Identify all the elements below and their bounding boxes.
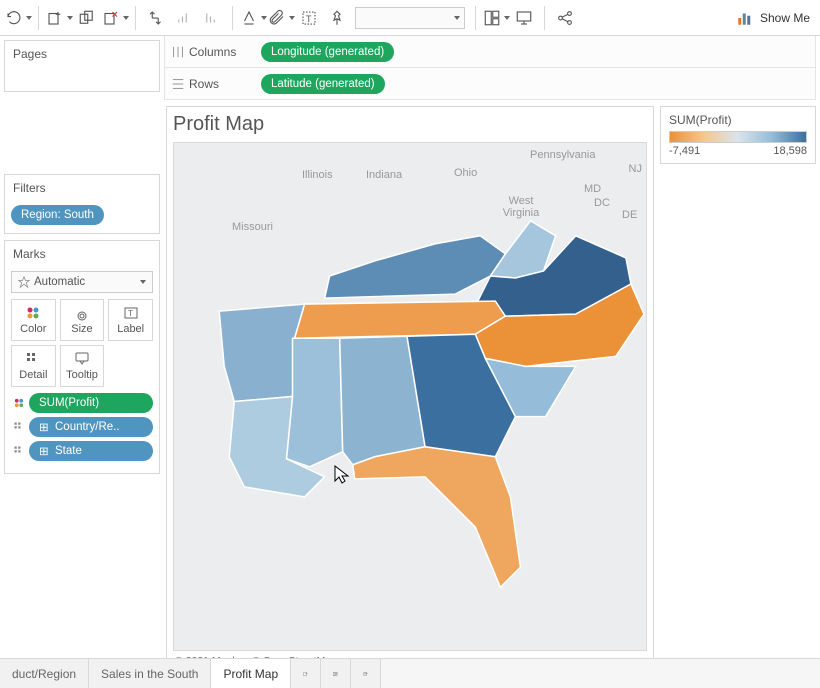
label-icon: T bbox=[123, 305, 139, 321]
marks-size-button[interactable]: Size bbox=[60, 299, 105, 341]
legend-title: SUM(Profit) bbox=[669, 113, 807, 127]
legend-gradient bbox=[669, 131, 807, 143]
svg-text:T: T bbox=[128, 309, 133, 318]
rows-icon bbox=[171, 77, 185, 91]
tab-product-region[interactable]: duct/Region bbox=[0, 659, 89, 688]
rows-label: Rows bbox=[189, 77, 219, 91]
state-florida[interactable] bbox=[353, 447, 521, 588]
hierarchy-icon-2: ⊞ bbox=[39, 445, 51, 457]
sort-desc-icon[interactable] bbox=[198, 4, 226, 32]
sort-asc-icon[interactable] bbox=[170, 4, 198, 32]
show-me-label: Show Me bbox=[760, 11, 810, 25]
new-worksheet-tab-icon bbox=[303, 666, 308, 682]
columns-label: Columns bbox=[189, 45, 236, 59]
detail-icon bbox=[25, 351, 41, 367]
rows-pill-latitude[interactable]: Latitude (generated) bbox=[261, 74, 385, 94]
marks-type-label: Automatic bbox=[34, 276, 85, 288]
marks-detail-button[interactable]: Detail bbox=[11, 345, 56, 387]
detail-encode-icon-2 bbox=[11, 445, 27, 457]
new-dashboard-tab-icon bbox=[333, 666, 338, 682]
tab-sales-south[interactable]: Sales in the South bbox=[89, 659, 211, 688]
show-me-icon bbox=[736, 9, 754, 27]
presentation-icon[interactable] bbox=[510, 4, 538, 32]
state-arkansas[interactable] bbox=[219, 304, 304, 401]
size-icon bbox=[74, 305, 90, 321]
new-story-tab-icon bbox=[363, 666, 368, 682]
marks-type-select[interactable]: Automatic bbox=[11, 271, 153, 293]
state-kentucky[interactable] bbox=[325, 236, 506, 298]
svg-text:T: T bbox=[306, 13, 312, 23]
new-story-tab[interactable] bbox=[351, 659, 381, 688]
text-tool-icon[interactable]: T bbox=[295, 4, 323, 32]
color-legend[interactable]: SUM(Profit) -7,491 18,598 bbox=[660, 106, 816, 164]
new-dashboard-tab[interactable] bbox=[321, 659, 351, 688]
rows-shelf[interactable]: Rows Latitude (generated) bbox=[164, 68, 816, 100]
state-tennessee[interactable] bbox=[295, 301, 506, 338]
marks-card: Marks Automatic Color Size TLabel Detail… bbox=[4, 240, 160, 474]
viz-title[interactable]: Profit Map bbox=[173, 111, 647, 142]
cursor-icon bbox=[334, 465, 350, 485]
new-worksheet-tab[interactable] bbox=[291, 659, 321, 688]
sheet-tabs: duct/Region Sales in the South Profit Ma… bbox=[0, 658, 820, 688]
legend-min: -7,491 bbox=[669, 145, 700, 157]
swap-axes-icon[interactable] bbox=[142, 4, 170, 32]
filters-title: Filters bbox=[5, 175, 159, 201]
filters-shelf[interactable]: Filters Region: South bbox=[4, 174, 160, 234]
legend-max: 18,598 bbox=[773, 145, 807, 157]
viz-card: Profit Map Illinois Indiana Ohio Missour… bbox=[166, 106, 654, 674]
pages-title: Pages bbox=[5, 41, 159, 67]
marks-pill-profit[interactable]: SUM(Profit) bbox=[29, 393, 153, 413]
columns-icon bbox=[171, 45, 185, 59]
duplicate-sheet-icon[interactable] bbox=[73, 4, 101, 32]
pages-shelf[interactable]: Pages bbox=[4, 40, 160, 92]
fit-dropdown[interactable] bbox=[355, 7, 465, 29]
color-encode-icon bbox=[11, 397, 27, 409]
marks-title: Marks bbox=[5, 241, 159, 267]
clear-sheet-icon[interactable] bbox=[101, 4, 129, 32]
hierarchy-icon: ⊞ bbox=[39, 421, 51, 433]
tooltip-icon bbox=[74, 351, 90, 367]
marks-pill-state[interactable]: ⊞State bbox=[29, 441, 153, 461]
state-mississippi[interactable] bbox=[286, 338, 342, 467]
dashboard-icon[interactable] bbox=[482, 4, 510, 32]
marks-pill-country[interactable]: ⊞Country/Re.. bbox=[29, 417, 153, 437]
top-toolbar: T Show Me bbox=[0, 0, 820, 36]
attachment-icon[interactable] bbox=[267, 4, 295, 32]
show-me-button[interactable]: Show Me bbox=[730, 9, 816, 27]
new-worksheet-icon[interactable] bbox=[45, 4, 73, 32]
automatic-icon bbox=[18, 276, 30, 288]
undo-swap-icon[interactable] bbox=[4, 4, 32, 32]
marks-color-button[interactable]: Color bbox=[11, 299, 56, 341]
columns-shelf[interactable]: Columns Longitude (generated) bbox=[164, 36, 816, 68]
marks-tooltip-button[interactable]: Tooltip bbox=[60, 345, 105, 387]
pin-icon[interactable] bbox=[323, 4, 351, 32]
tab-profit-map[interactable]: Profit Map bbox=[211, 659, 291, 688]
highlight-icon[interactable] bbox=[239, 4, 267, 32]
map-canvas[interactable]: Illinois Indiana Ohio Missouri West Virg… bbox=[173, 142, 647, 651]
marks-label-button[interactable]: TLabel bbox=[108, 299, 153, 341]
filter-pill-region[interactable]: Region: South bbox=[11, 205, 104, 225]
columns-pill-longitude[interactable]: Longitude (generated) bbox=[261, 42, 394, 62]
color-icon bbox=[25, 305, 41, 321]
share-icon[interactable] bbox=[551, 4, 579, 32]
detail-encode-icon bbox=[11, 421, 27, 433]
